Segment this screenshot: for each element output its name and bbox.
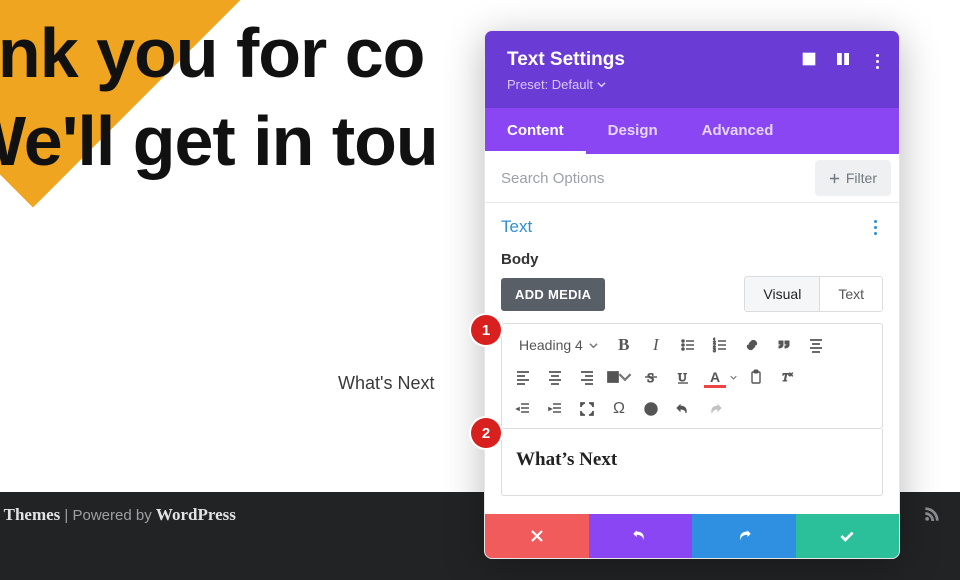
- clear-format-button[interactable]: T×: [775, 364, 801, 390]
- editor-toolbar: Heading 4 B I 123 S: [501, 323, 883, 429]
- italic-button[interactable]: I: [643, 332, 669, 358]
- expand-icon[interactable]: [801, 51, 817, 72]
- page-headline: ank you for co We'll get in tou: [0, 10, 438, 185]
- align-center-button[interactable]: [803, 332, 829, 358]
- panel-tabs: Content Design Advanced: [485, 108, 899, 154]
- text-color-button[interactable]: A: [702, 364, 728, 390]
- footer-theme-name: t Themes: [0, 505, 60, 524]
- caret-down-icon: [589, 341, 598, 350]
- table-button[interactable]: [606, 364, 632, 390]
- panel-search-row: Filter: [485, 154, 899, 203]
- toolbar-row-1: Heading 4 B I 123: [510, 332, 874, 358]
- footer-separator: |: [60, 507, 72, 524]
- filter-button-label: Filter: [846, 170, 877, 186]
- indent-button[interactable]: [542, 396, 568, 422]
- add-media-button[interactable]: ADD MEDIA: [501, 278, 605, 311]
- tab-content[interactable]: Content: [485, 108, 586, 154]
- align-left-button[interactable]: [510, 364, 536, 390]
- bold-button[interactable]: B: [611, 332, 637, 358]
- body-field-label: Body: [501, 251, 883, 268]
- callout-badge-2: 2: [471, 418, 501, 448]
- caret-down-icon: [618, 369, 632, 385]
- preset-label: Preset: Default: [507, 77, 593, 92]
- headline-line-2: We'll get in tou: [0, 102, 438, 180]
- callout-badge-1: 1: [471, 315, 501, 345]
- search-options-input[interactable]: [485, 156, 815, 201]
- format-select[interactable]: Heading 4: [510, 333, 605, 357]
- svg-text:3: 3: [713, 348, 716, 353]
- footer-wordpress-link[interactable]: WordPress: [156, 505, 236, 524]
- columns-icon[interactable]: [835, 51, 851, 72]
- panel-header-actions: [801, 51, 885, 72]
- link-button[interactable]: [739, 332, 765, 358]
- editor-header-row: ADD MEDIA Visual Text: [501, 278, 883, 311]
- emoji-button[interactable]: [638, 396, 664, 422]
- align-right-button[interactable]: [574, 364, 600, 390]
- editor-heading-text[interactable]: What’s Next: [516, 449, 868, 471]
- redo-button[interactable]: [702, 396, 728, 422]
- check-icon: [838, 527, 856, 545]
- caret-down-icon: [597, 80, 606, 89]
- redo-icon: [735, 527, 753, 545]
- section-title[interactable]: Text: [501, 217, 532, 237]
- panel-kebab-icon[interactable]: [869, 54, 885, 70]
- strikethrough-button[interactable]: S: [638, 364, 664, 390]
- headline-line-1: ank you for co: [0, 14, 424, 92]
- undo-icon: [631, 527, 649, 545]
- panel-action-bar: [485, 514, 899, 558]
- editor-mode-tabs: Visual Text: [744, 276, 883, 312]
- whats-next-label: What's Next: [338, 373, 434, 394]
- svg-text:×: ×: [789, 372, 793, 379]
- rss-icon[interactable]: [922, 504, 942, 530]
- editor-tab-visual[interactable]: Visual: [745, 277, 819, 311]
- underline-button[interactable]: U: [670, 364, 696, 390]
- text-settings-panel: Text Settings Preset: Default Content De…: [484, 30, 900, 559]
- blockquote-button[interactable]: [771, 332, 797, 358]
- toolbar-row-2: S U A T×: [510, 364, 874, 390]
- preset-dropdown[interactable]: Preset: Default: [507, 77, 606, 92]
- close-icon: [529, 528, 545, 544]
- undo-button[interactable]: [670, 396, 696, 422]
- panel-header[interactable]: Text Settings Preset: Default: [485, 31, 899, 108]
- align-center-button-2[interactable]: [542, 364, 568, 390]
- confirm-button[interactable]: [796, 514, 900, 558]
- cancel-button[interactable]: [485, 514, 589, 558]
- footer-text: t Themes | Powered by WordPress: [0, 505, 236, 525]
- paste-button[interactable]: [743, 364, 769, 390]
- format-select-label: Heading 4: [519, 337, 583, 353]
- special-char-button[interactable]: Ω: [606, 396, 632, 422]
- ordered-list-button[interactable]: 123: [707, 332, 733, 358]
- toolbar-row-3: Ω: [510, 396, 874, 422]
- section-kebab-icon[interactable]: [867, 219, 883, 235]
- outdent-button[interactable]: [510, 396, 536, 422]
- tab-design[interactable]: Design: [586, 108, 680, 154]
- footer-powered-by: Powered by: [73, 507, 156, 524]
- editor-content-area[interactable]: What’s Next: [501, 429, 883, 496]
- fullscreen-button[interactable]: [574, 396, 600, 422]
- panel-body: Text Body ADD MEDIA Visual Text Heading …: [485, 203, 899, 514]
- plus-icon: [829, 173, 840, 184]
- redo-action-button[interactable]: [692, 514, 796, 558]
- undo-action-button[interactable]: [589, 514, 693, 558]
- tab-advanced[interactable]: Advanced: [680, 108, 796, 154]
- section-title-row: Text: [501, 217, 883, 237]
- filter-button[interactable]: Filter: [815, 160, 891, 196]
- editor-tab-text[interactable]: Text: [819, 277, 882, 311]
- svg-text:U: U: [678, 370, 687, 384]
- caret-down-icon[interactable]: [730, 374, 737, 381]
- bullet-list-button[interactable]: [675, 332, 701, 358]
- page-canvas: ank you for co We'll get in tou What's N…: [0, 0, 960, 580]
